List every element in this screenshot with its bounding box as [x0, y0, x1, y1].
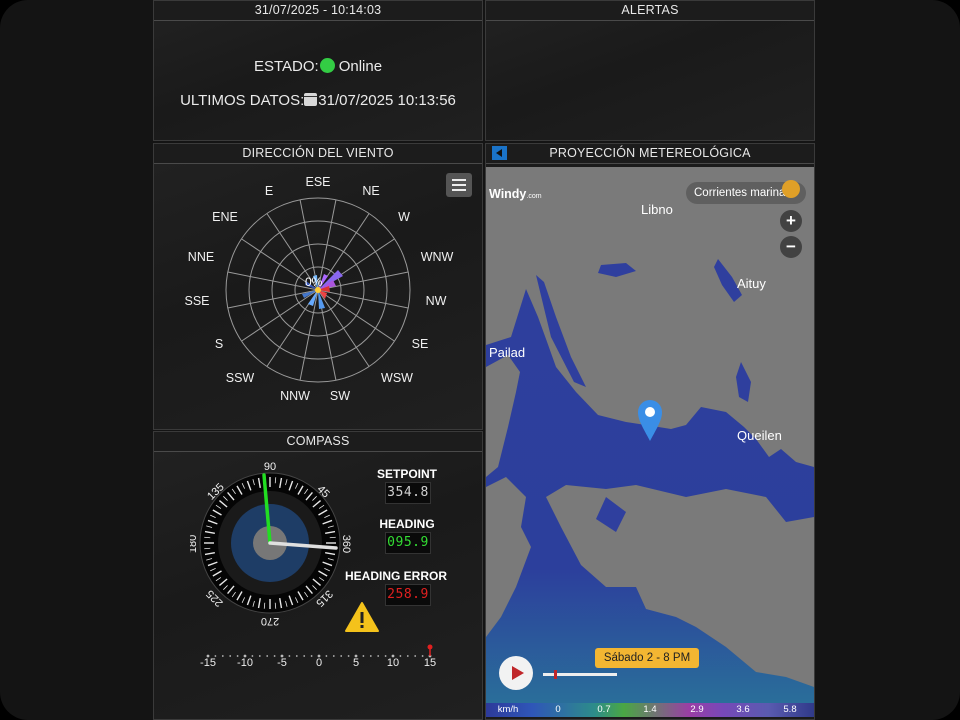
wind-direction-label: ENE [212, 210, 238, 224]
legend-value: 2.9 [690, 704, 704, 715]
ultimos-label: ULTIMOS DATOS: [180, 92, 305, 109]
play-button[interactable] [499, 656, 533, 690]
heading-label: HEADING [379, 517, 435, 531]
wind-speed-legend: km/h 0 0.7 1.4 2.9 3.6 5.8 [486, 703, 814, 717]
map-title: PROYECCIÓN METEREOLÓGICA [486, 144, 814, 164]
wind-direction-label: NNE [187, 250, 215, 264]
scale-label: 5 [352, 657, 360, 669]
wind-direction-label: E [264, 184, 274, 198]
scale-label: -10 [237, 657, 253, 669]
legend-value: 5.8 [783, 704, 797, 715]
app-screen: 31/07/2025 - 10:14:03 ESTADO: Online ULTI… [0, 0, 960, 720]
scale-label: 0 [315, 657, 323, 669]
wind-direction-label: SSW [225, 371, 255, 385]
layer-menu-icon[interactable] [782, 180, 800, 198]
place-label-pailad: Pailad [489, 345, 526, 360]
legend-value: 0.7 [597, 704, 611, 715]
legend-value: 1.4 [643, 704, 657, 715]
scale-label: -5 [277, 657, 287, 669]
ultimos-value: 31/07/2025 10:13:56 [318, 92, 456, 109]
scale-label: 10 [386, 657, 400, 669]
estado-value: Online [338, 58, 383, 75]
time-badge: Sábado 2 - 8 PM [595, 648, 699, 668]
dial-label: 180 [190, 535, 199, 553]
heading-error-value: 258.9 [385, 584, 431, 606]
error-scale [206, 644, 433, 658]
legend-value: 0 [555, 704, 561, 715]
zoom-out-button[interactable]: − [780, 236, 802, 258]
heading-error-label: HEADING ERROR [344, 569, 447, 583]
dial-label: 90 [264, 461, 276, 473]
wind-direction-label: NNW [280, 389, 310, 403]
map-back-button[interactable] [492, 146, 507, 160]
location-pin-icon[interactable] [637, 398, 663, 442]
timeline-handle[interactable] [554, 670, 557, 679]
chart-menu-button[interactable] [446, 173, 472, 197]
wind-direction-label: SW [329, 389, 351, 403]
place-label-libno: Libno [641, 202, 673, 217]
setpoint-value: 354.8 [385, 482, 431, 504]
estado-label: ESTADO: [253, 58, 319, 75]
wind-direction-label: SE [411, 337, 429, 351]
compass-title: COMPASS [154, 432, 482, 452]
wind-direction-label: WNW [420, 250, 454, 264]
wind-direction-label: NE [362, 184, 380, 198]
online-indicator-icon [319, 58, 335, 73]
wind-direction-label: WSW [381, 371, 413, 385]
windy-logo[interactable]: Windy.com [489, 187, 542, 201]
setpoint-label: SETPOINT [376, 467, 437, 481]
zoom-in-button[interactable]: + [780, 210, 802, 232]
wind-direction-label: W [398, 210, 410, 224]
scale-label: -15 [200, 657, 216, 669]
estado-row: ESTADO: Online [154, 58, 482, 75]
wind-direction-label: NW [425, 294, 447, 308]
dial-label: 270 [261, 615, 279, 627]
wind-direction-label: SSE [184, 294, 210, 308]
place-label-queilen: Queilen [737, 428, 782, 443]
play-icon [512, 666, 524, 680]
windy-map[interactable]: Windy.com Corrientes marinas + − Libno A… [486, 167, 814, 703]
wind-title: DIRECCIÓN DEL VIENTO [154, 144, 482, 164]
wind-rose-center-label: 0% [305, 275, 323, 289]
warning-icon [345, 602, 379, 632]
alertas-title: ALERTAS [486, 1, 814, 21]
wind-direction-label: ESE [305, 175, 331, 189]
ultimos-datos-row: ULTIMOS DATOS: 31/07/2025 10:13:56 [154, 92, 482, 109]
status-panel: 31/07/2025 - 10:14:03 ESTADO: Online ULTI… [153, 0, 483, 141]
legend-unit: km/h [497, 704, 519, 715]
place-label-aituy: Aituy [737, 276, 766, 291]
wind-direction-label: S [214, 337, 224, 351]
heading-value: 095.9 [385, 532, 431, 554]
scale-label: 15 [423, 657, 437, 669]
compass-dial: 9045360315270225180135 [190, 461, 352, 627]
triangle-left-icon [496, 149, 502, 157]
dial-label: 360 [340, 535, 352, 553]
datetime-header: 31/07/2025 - 10:14:03 [154, 1, 482, 21]
alertas-panel: ALERTAS [485, 0, 815, 141]
legend-value: 3.6 [736, 704, 750, 715]
calendar-icon [304, 93, 318, 106]
